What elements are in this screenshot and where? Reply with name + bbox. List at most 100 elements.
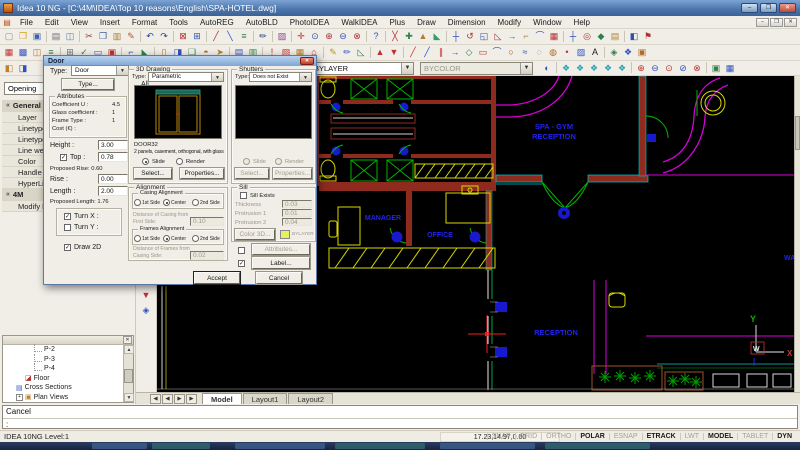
- mirror-icon[interactable]: ▲: [416, 30, 430, 43]
- render-radio[interactable]: [176, 158, 183, 165]
- layer-manager-icon[interactable]: ◧: [2, 62, 16, 75]
- status-toggle-dyn[interactable]: DYN: [772, 433, 796, 440]
- tree-scrollbar[interactable]: ▲ ▼: [123, 345, 133, 402]
- ellipse-icon[interactable]: ◌: [532, 46, 546, 59]
- status-toggle-grid[interactable]: GRID: [515, 433, 542, 440]
- maximize-icon[interactable]: ❐: [760, 3, 777, 13]
- last-layout-icon[interactable]: ▶: [186, 394, 197, 404]
- walls-bathroom[interactable]: [315, 76, 496, 186]
- shutters-type-combo[interactable]: Does not Exist▼: [249, 72, 312, 82]
- room-label-manager[interactable]: MANAGER: [365, 215, 401, 222]
- text-icon[interactable]: A: [588, 46, 602, 59]
- properties-button[interactable]: Properties...: [180, 168, 224, 179]
- double-line-icon[interactable]: ∥: [434, 46, 448, 59]
- menu-item-insert[interactable]: Insert: [94, 18, 126, 27]
- room-label-partial[interactable]: WA: [784, 255, 794, 262]
- trim-icon[interactable]: ◺: [491, 30, 505, 43]
- taskbar-item[interactable]: [235, 443, 325, 449]
- print-preview-icon[interactable]: ◫: [63, 30, 77, 43]
- thickness-field[interactable]: 0.03: [282, 200, 312, 208]
- menu-item-format[interactable]: Format: [126, 18, 163, 27]
- scrollbar-thumb[interactable]: [124, 369, 133, 383]
- fillet-icon[interactable]: ⌒: [533, 30, 547, 43]
- ucs-icon[interactable]: ┼: [566, 30, 580, 43]
- line-icon[interactable]: ╱: [406, 46, 420, 59]
- ucs-world-icon[interactable]: ◎: [580, 30, 594, 43]
- rotate-icon[interactable]: ↺: [463, 30, 477, 43]
- wall-modify-icon[interactable]: ▩: [16, 46, 30, 59]
- save-icon[interactable]: ▣: [30, 30, 44, 43]
- wall-icon[interactable]: ▦: [2, 46, 16, 59]
- zoom-out-icon[interactable]: ⊖: [648, 62, 662, 75]
- reception-chair[interactable]: [609, 293, 625, 307]
- height-field[interactable]: 3.00: [98, 140, 128, 150]
- menu-item-edit[interactable]: Edit: [39, 18, 65, 27]
- tree-panel-header[interactable]: ✕: [3, 336, 133, 345]
- scroll-down-icon[interactable]: ▼: [124, 393, 134, 402]
- walls-offices[interactable]: [319, 186, 496, 270]
- move-icon[interactable]: ┼: [449, 30, 463, 43]
- status-toggle-model[interactable]: MODEL: [703, 433, 737, 440]
- array-icon[interactable]: ▦: [547, 30, 561, 43]
- room-label-office[interactable]: OFFICE: [427, 232, 453, 239]
- make-block-icon[interactable]: ❖: [621, 46, 635, 59]
- mdi-minimize-icon[interactable]: –: [756, 18, 769, 27]
- view-3d-icon[interactable]: ◆: [594, 30, 608, 43]
- extend-icon[interactable]: →: [505, 30, 519, 43]
- close-icon[interactable]: ✕: [123, 336, 132, 344]
- spline-icon[interactable]: ≈: [518, 46, 532, 59]
- rise-field[interactable]: 0.00: [98, 174, 128, 184]
- taskbar-item[interactable]: [545, 443, 650, 449]
- raster-image-icon[interactable]: ▣: [635, 46, 649, 59]
- scale-icon[interactable]: ◱: [477, 30, 491, 43]
- zoom-previous-2-icon[interactable]: ⊘: [676, 62, 690, 75]
- tab-model[interactable]: Model: [202, 393, 242, 404]
- taskbar-item[interactable]: [92, 443, 147, 449]
- paste-icon[interactable]: ▥: [110, 30, 124, 43]
- shutters-slide-radio[interactable]: [243, 158, 250, 165]
- document-icon[interactable]: ▤: [0, 16, 14, 29]
- spa-entry-door[interactable]: [496, 175, 648, 219]
- layer-states-icon[interactable]: ◨: [16, 62, 30, 75]
- sketch-icon[interactable]: ✏: [256, 30, 270, 43]
- circle-icon[interactable]: ○: [504, 46, 518, 59]
- status-toggle-ortho[interactable]: ORTHO: [541, 433, 575, 440]
- attributes-button[interactable]: Attributes...: [252, 244, 310, 255]
- insert-block-icon[interactable]: ◈: [607, 46, 621, 59]
- mdi-close-icon[interactable]: ✕: [784, 18, 797, 27]
- pan-icon[interactable]: ✛: [294, 30, 308, 43]
- menu-item-photoidea[interactable]: PhotoIDEA: [284, 18, 336, 27]
- status-toggle-snap[interactable]: SNAP: [487, 433, 515, 440]
- tree-item-p-4[interactable]: P-4: [3, 364, 133, 374]
- frames-1st-side-radio[interactable]: [134, 235, 141, 242]
- menu-item-tools[interactable]: Tools: [163, 18, 194, 27]
- color-swatch[interactable]: [280, 230, 290, 239]
- previous-layout-icon[interactable]: ◀: [162, 394, 173, 404]
- taskbar-item[interactable]: [152, 443, 210, 449]
- triangle-up-icon[interactable]: ▲: [373, 46, 387, 59]
- frames-distance-field[interactable]: 0.02: [190, 251, 224, 260]
- opening-icon[interactable]: ◫: [30, 46, 44, 59]
- menu-item-window[interactable]: Window: [527, 18, 567, 27]
- drawing3d-type-combo[interactable]: Parametric▼: [148, 72, 224, 82]
- v-down-icon[interactable]: ▼: [139, 288, 153, 303]
- close-icon[interactable]: ✕: [779, 3, 796, 13]
- top-checkbox[interactable]: [60, 154, 67, 161]
- planter-pot[interactable]: [701, 91, 725, 115]
- settings-icon[interactable]: ▦: [723, 62, 737, 75]
- collapse-icon[interactable]: «: [6, 191, 10, 198]
- sill-exists-checkbox[interactable]: [240, 192, 247, 199]
- status-toggle-etrack[interactable]: ETRACK: [642, 433, 680, 440]
- type-button[interactable]: Type...: [62, 79, 114, 90]
- menu-item-autoreg[interactable]: AutoREG: [194, 18, 240, 27]
- layout-sheet-icon[interactable]: ◧: [627, 30, 641, 43]
- zoom-window-icon[interactable]: ⊕: [322, 30, 336, 43]
- window-titlebar[interactable]: Idea 10 NG - [C:\4M\IDEA\Top 10 reasons\…: [0, 0, 800, 16]
- chamfer-icon[interactable]: ⌐: [519, 30, 533, 43]
- partitions[interactable]: [331, 114, 415, 139]
- rectangle-icon[interactable]: ▭: [476, 46, 490, 59]
- arc-icon[interactable]: ⌒: [490, 46, 504, 59]
- status-toggle-tablet[interactable]: TABLET: [737, 433, 772, 440]
- draw-polyline-icon[interactable]: ╲: [223, 30, 237, 43]
- top-field[interactable]: 0.78: [98, 152, 128, 162]
